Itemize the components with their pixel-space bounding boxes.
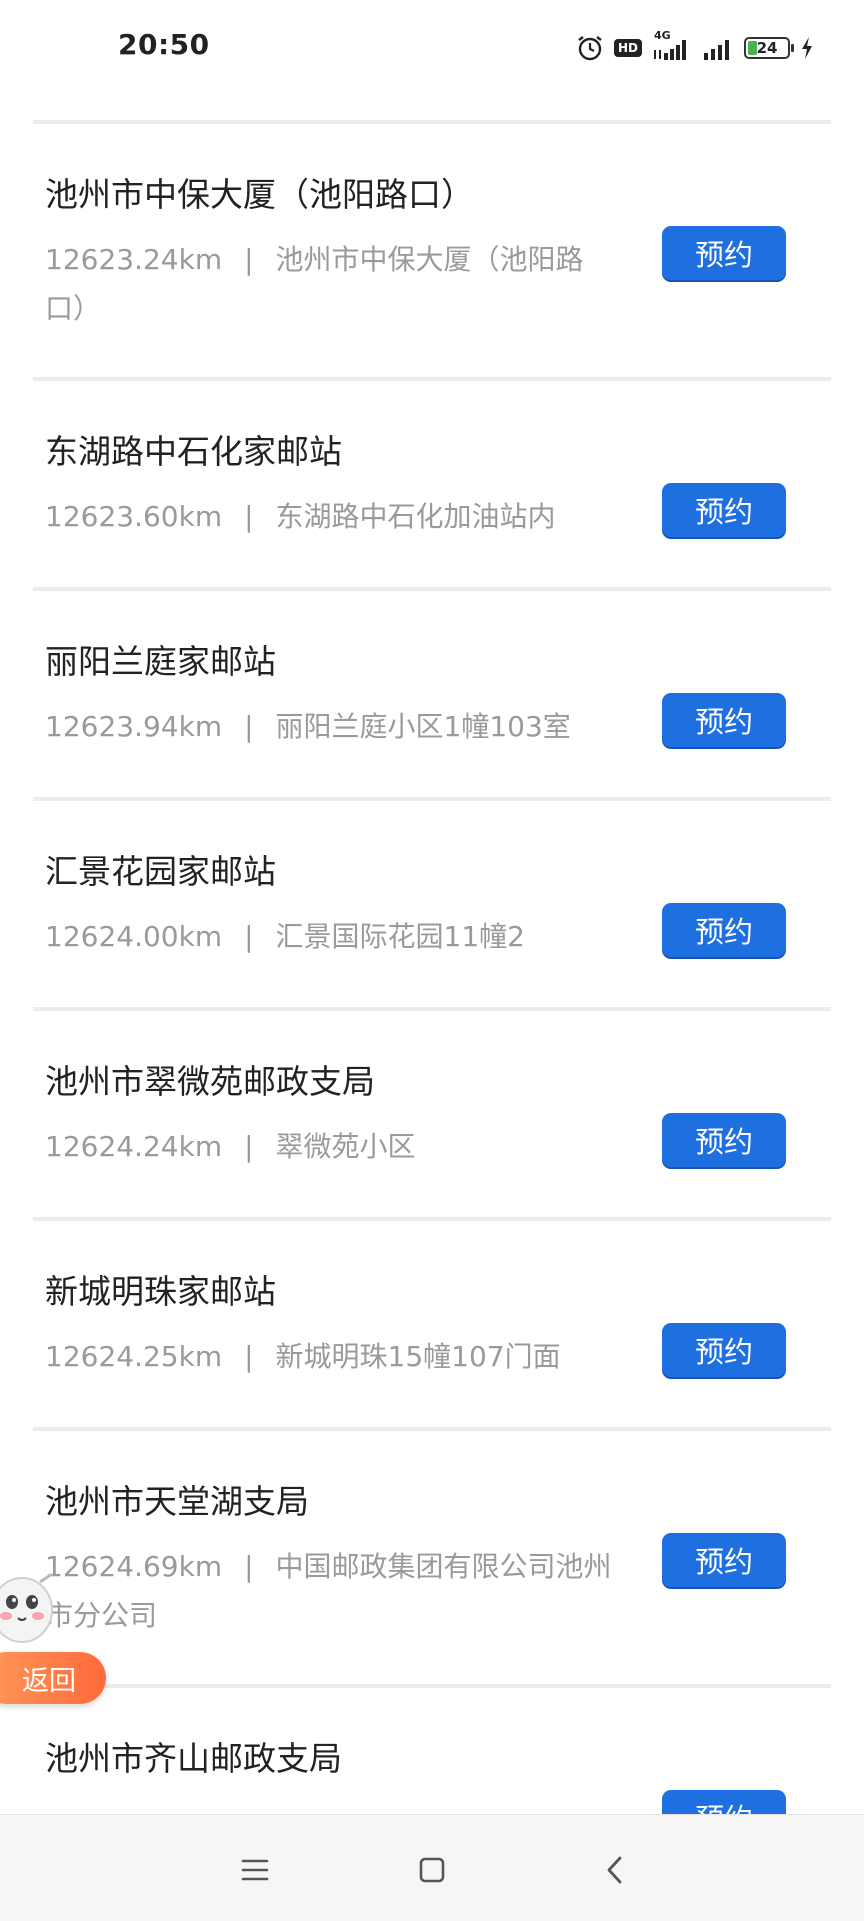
floating-back[interactable]: 返回 — [0, 1568, 110, 1708]
item-name: 新城明珠家邮站 — [45, 1272, 276, 1311]
item-separator: | — [244, 1550, 254, 1583]
status-icons: HD 4G 24 — [576, 28, 814, 68]
reserve-button[interactable]: 预约 — [662, 1533, 786, 1587]
back-button[interactable]: 返回 — [0, 1652, 106, 1704]
back-icon[interactable] — [590, 1845, 640, 1895]
item-name: 东湖路中石化家邮站 — [45, 432, 342, 471]
reserve-button[interactable]: 预约 — [662, 1323, 786, 1377]
reserve-button[interactable]: 预约 — [662, 483, 786, 537]
item-separator: | — [244, 920, 254, 953]
item-distance: 12623.94km — [45, 710, 223, 743]
list-item: 池州市翠微苑邮政支局 12624.24km | 翠微苑小区 预约 — [0, 1011, 864, 1217]
reserve-button[interactable]: 预约 — [662, 693, 786, 747]
reserve-button[interactable]: 预约 — [662, 903, 786, 957]
item-address: 丽阳兰庭小区1幢103室 — [275, 710, 571, 743]
item-name: 汇景花园家邮站 — [45, 852, 276, 891]
hd-icon: HD — [613, 39, 642, 57]
item-meta: 12624.25km | 新城明珠15幢107门面 — [45, 1332, 617, 1381]
item-meta: 12624.24km | 翠微苑小区 — [45, 1122, 617, 1171]
item-distance: 12624.24km — [45, 1130, 223, 1163]
item-distance: 12624.25km — [45, 1340, 223, 1373]
item-name: 池州市中保大厦（池阳路口） — [45, 175, 474, 214]
network-label: 4G — [654, 29, 671, 42]
item-meta: 12624.00km | 汇景国际花园11幢2 — [45, 912, 617, 961]
item-name: 池州市翠微苑邮政支局 — [45, 1062, 375, 1101]
battery-icon: 24 — [744, 37, 794, 59]
list-item: 汇景花园家邮站 12624.00km | 汇景国际花园11幢2 预约 — [0, 801, 864, 1007]
item-name: 池州市齐山邮政支局 — [45, 1739, 342, 1778]
item-distance: 12623.60km — [45, 500, 223, 533]
list-item: 丽阳兰庭家邮站 12623.94km | 丽阳兰庭小区1幢103室 预约 — [0, 591, 864, 797]
item-distance: 12623.24km — [45, 243, 223, 276]
battery-level: 24 — [756, 39, 778, 57]
reserve-button[interactable]: 预约 — [662, 226, 786, 280]
item-separator — [45, 1807, 89, 1814]
status-time: 20:50 — [118, 28, 210, 61]
item-meta: 12623.24km | 池州市中保大厦（池阳路口） — [45, 235, 617, 333]
home-icon[interactable] — [407, 1845, 457, 1895]
item-meta: 12623.60km | 东湖路中石化加油站内 — [45, 492, 617, 541]
item-name: 池州市天堂湖支局 — [45, 1482, 309, 1521]
navigation-bar — [0, 1814, 864, 1921]
item-meta: 12624.69km | 中国邮政集团有限公司池州市分公司 — [45, 1542, 617, 1640]
item-separator: | — [244, 1340, 254, 1373]
item-address: 东湖路中石化加油站内 — [275, 500, 556, 533]
list-item: 池州市中保大厦（池阳路口） 12623.24km | 池州市中保大厦（池阳路口） 预… — [0, 124, 864, 377]
list-item: 东湖路中石化家邮站 12623.60km | 东湖路中石化加油站内 预约 — [0, 381, 864, 587]
4g-signal-icon: 4G — [652, 29, 692, 61]
item-address: 新城明珠15幢107门面 — [275, 1340, 561, 1373]
item-separator: | — [244, 710, 254, 743]
list-item: 池州市齐山邮政支局 预约 — [0, 1688, 864, 1814]
mascot-icon — [0, 1568, 60, 1646]
item-name: 丽阳兰庭家邮站 — [45, 642, 276, 681]
reserve-button[interactable]: 预约 — [662, 1113, 786, 1167]
post-office-list[interactable]: 池州市中保大厦（池阳路口） 12623.24km | 池州市中保大厦（池阳路口） 预… — [0, 96, 864, 1814]
item-separator: | — [244, 1130, 254, 1163]
signal-icon — [702, 35, 734, 61]
item-meta: 12623.94km | 丽阳兰庭小区1幢103室 — [45, 702, 617, 751]
item-address: 汇景国际花园11幢2 — [275, 920, 525, 953]
item-separator: | — [244, 243, 254, 276]
item-distance: 12624.00km — [45, 920, 223, 953]
item-separator: | — [244, 500, 254, 533]
status-bar: 20:50 HD 4G 24 — [0, 0, 864, 96]
reserve-button[interactable]: 预约 — [662, 1790, 786, 1814]
item-address: 翠微苑小区 — [275, 1130, 416, 1163]
menu-icon[interactable] — [230, 1845, 280, 1895]
list-item: 新城明珠家邮站 12624.25km | 新城明珠15幢107门面 预约 — [0, 1221, 864, 1427]
list-item: 池州市天堂湖支局 12624.69km | 中国邮政集团有限公司池州市分公司 预约 — [0, 1431, 864, 1684]
item-meta — [45, 1799, 617, 1814]
alarm-icon — [576, 34, 604, 62]
charging-icon — [800, 36, 814, 60]
